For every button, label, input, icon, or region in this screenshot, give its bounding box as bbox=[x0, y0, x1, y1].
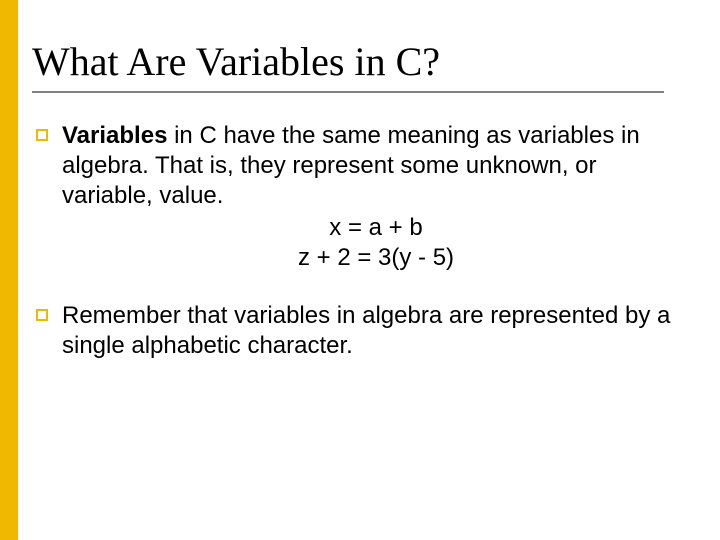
bullet-rest: Remember that variables in algebra are r… bbox=[62, 302, 670, 359]
bullet-item: Remember that variables in algebra are r… bbox=[32, 301, 690, 361]
bullet-text: Variables in C have the same meaning as … bbox=[62, 121, 690, 273]
equation-line: x = a + b bbox=[62, 213, 690, 243]
bullet-item: Variables in C have the same meaning as … bbox=[32, 121, 690, 273]
slide-title: What Are Variables in C? bbox=[32, 38, 690, 85]
bullet-icon bbox=[36, 309, 48, 321]
slide-content: What Are Variables in C? Variables in C … bbox=[32, 38, 690, 389]
bullet-text: Remember that variables in algebra are r… bbox=[62, 301, 690, 361]
accent-bar bbox=[0, 0, 18, 540]
equations: x = a + b z + 2 = 3(y - 5) bbox=[62, 213, 690, 273]
title-underline bbox=[32, 91, 664, 93]
equation-line: z + 2 = 3(y - 5) bbox=[62, 243, 690, 273]
bullet-bold: Variables bbox=[62, 122, 167, 149]
bullet-icon bbox=[36, 129, 48, 141]
